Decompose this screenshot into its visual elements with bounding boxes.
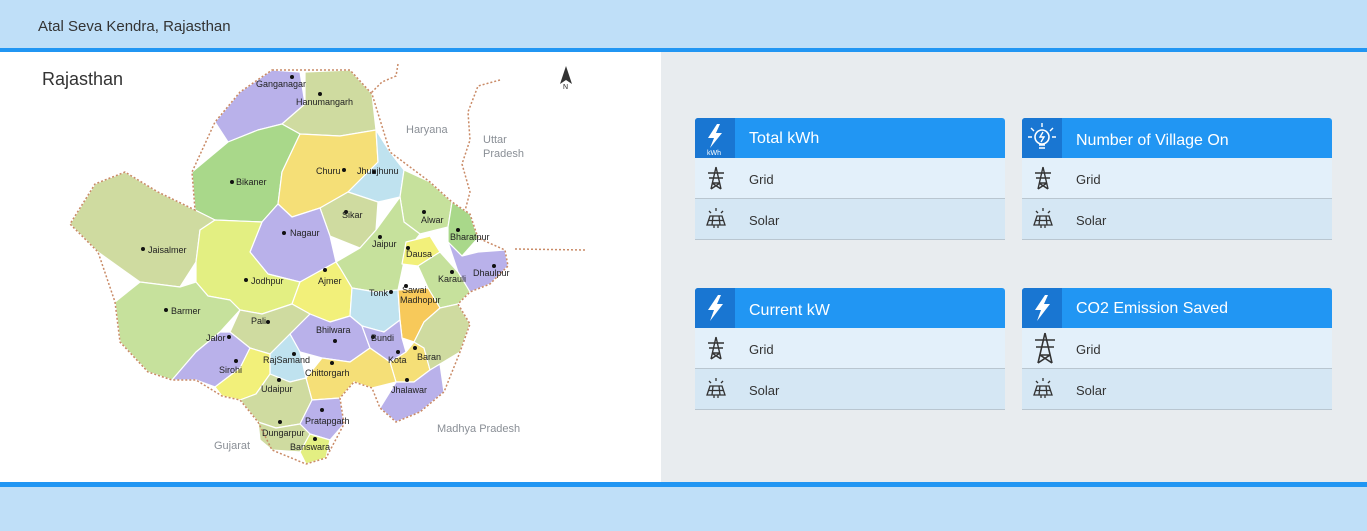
- power-tower-icon: [1032, 166, 1054, 193]
- solar-panel-icon: [1032, 377, 1054, 402]
- svg-text:Tonk: Tonk: [369, 288, 389, 298]
- svg-text:Jalor: Jalor: [206, 333, 226, 343]
- row-grid: Grid: [695, 328, 1005, 369]
- row-solar: Solar: [1022, 369, 1332, 410]
- solar-panel-icon: [705, 207, 727, 232]
- svg-text:Jaipur: Jaipur: [372, 239, 397, 249]
- app-title: Atal Seva Kendra, Rajasthan: [38, 18, 231, 35]
- svg-text:Ajmer: Ajmer: [318, 276, 342, 286]
- power-tower-icon: [705, 336, 727, 363]
- row-solar: Solar: [695, 369, 1005, 410]
- card-header: Number of Village On: [1022, 118, 1332, 158]
- svg-text:Jhunjhunu: Jhunjhunu: [357, 166, 399, 176]
- svg-text:Alwar: Alwar: [421, 215, 444, 225]
- svg-text:Dungarpur: Dungarpur: [262, 428, 305, 438]
- neighbor-label-madhya-pradesh: Madhya Pradesh: [437, 423, 520, 435]
- svg-text:Bharatpur: Bharatpur: [450, 232, 490, 242]
- row-solar: Solar: [1022, 199, 1332, 240]
- solar-panel-icon: [705, 377, 727, 402]
- svg-text:Baran: Baran: [417, 352, 441, 362]
- card-title: CO2 Emission Saved: [1076, 300, 1229, 317]
- svg-text:Bundi: Bundi: [371, 333, 394, 343]
- row-solar: Solar: [695, 199, 1005, 240]
- svg-text:Bikaner: Bikaner: [236, 177, 267, 187]
- svg-text:Ganganagar: Ganganagar: [256, 79, 306, 89]
- svg-text:Sikar: Sikar: [342, 210, 363, 220]
- row-grid: Grid: [1022, 158, 1332, 199]
- power-tower-icon: [705, 166, 727, 193]
- compass-icon: N: [560, 66, 572, 91]
- card-total-kwh: kWh Total kWh Grid Solar: [695, 118, 1005, 240]
- row-grid: Grid: [695, 158, 1005, 199]
- neighbor-label-uttar-pradesh-2: Pradesh: [483, 148, 524, 160]
- app-header: Atal Seva Kendra, Rajasthan: [0, 0, 1367, 52]
- svg-text:Sawai: Sawai: [402, 285, 427, 295]
- card-title: Current kW: [749, 302, 830, 319]
- rajasthan-map: N Haryana Uttar Pradesh Gujarat Madhya P…: [69, 63, 586, 465]
- svg-text:Jhalawar: Jhalawar: [391, 385, 427, 395]
- svg-text:Udaipur: Udaipur: [261, 384, 293, 394]
- svg-text:Kota: Kota: [388, 355, 407, 365]
- card-header: kWh Total kWh: [695, 118, 1005, 158]
- svg-text:Chittorgarh: Chittorgarh: [305, 368, 350, 378]
- svg-text:N: N: [563, 84, 568, 91]
- bolt-icon: [1022, 288, 1062, 328]
- card-header: CO2 Emission Saved: [1022, 288, 1332, 328]
- power-tower-icon: [1032, 332, 1058, 367]
- svg-text:kWh: kWh: [707, 150, 721, 157]
- stats-panel: kWh Total kWh Grid Solar Number of Villa…: [661, 52, 1367, 482]
- svg-text:Churu: Churu: [316, 166, 341, 176]
- svg-text:Dhaulpur: Dhaulpur: [473, 268, 510, 278]
- app-footer: [0, 482, 1367, 531]
- neighbor-label-haryana: Haryana: [406, 124, 448, 136]
- svg-text:Banswara: Banswara: [290, 442, 330, 452]
- svg-text:Bhilwara: Bhilwara: [316, 325, 351, 335]
- svg-text:Pratapgarh: Pratapgarh: [305, 416, 350, 426]
- card-number-of-village-on: Number of Village On Grid Solar: [1022, 118, 1332, 240]
- card-header: Current kW: [695, 288, 1005, 328]
- bulb-icon: [1022, 118, 1062, 158]
- map-panel: Rajasthan N Haryana Uttar Pradesh Gujara…: [0, 52, 661, 482]
- svg-text:Jaisalmer: Jaisalmer: [148, 245, 187, 255]
- svg-text:Barmer: Barmer: [171, 306, 201, 316]
- svg-text:Karauli: Karauli: [438, 274, 466, 284]
- svg-text:RajSamand: RajSamand: [263, 355, 310, 365]
- neighbor-label-gujarat: Gujarat: [214, 440, 250, 452]
- svg-text:Jodhpur: Jodhpur: [251, 276, 284, 286]
- svg-text:Nagaur: Nagaur: [290, 228, 320, 238]
- bolt-icon: [695, 288, 735, 328]
- kwh-bolt-icon: kWh: [695, 118, 735, 158]
- card-co2-emission-saved: CO2 Emission Saved Grid Solar: [1022, 288, 1332, 410]
- svg-text:Madhopur: Madhopur: [400, 295, 441, 305]
- row-grid: Grid: [1022, 328, 1332, 369]
- svg-text:Dausa: Dausa: [406, 249, 432, 259]
- card-title: Total kWh: [749, 130, 820, 147]
- card-current-kw: Current kW Grid Solar: [695, 288, 1005, 410]
- svg-text:Pali: Pali: [251, 316, 266, 326]
- svg-text:Hanumangarh: Hanumangarh: [296, 97, 353, 107]
- svg-text:Sirohi: Sirohi: [219, 365, 242, 375]
- neighbor-label-uttar-pradesh: Uttar: [483, 134, 507, 146]
- solar-panel-icon: [1032, 207, 1054, 232]
- card-title: Number of Village On: [1076, 132, 1229, 149]
